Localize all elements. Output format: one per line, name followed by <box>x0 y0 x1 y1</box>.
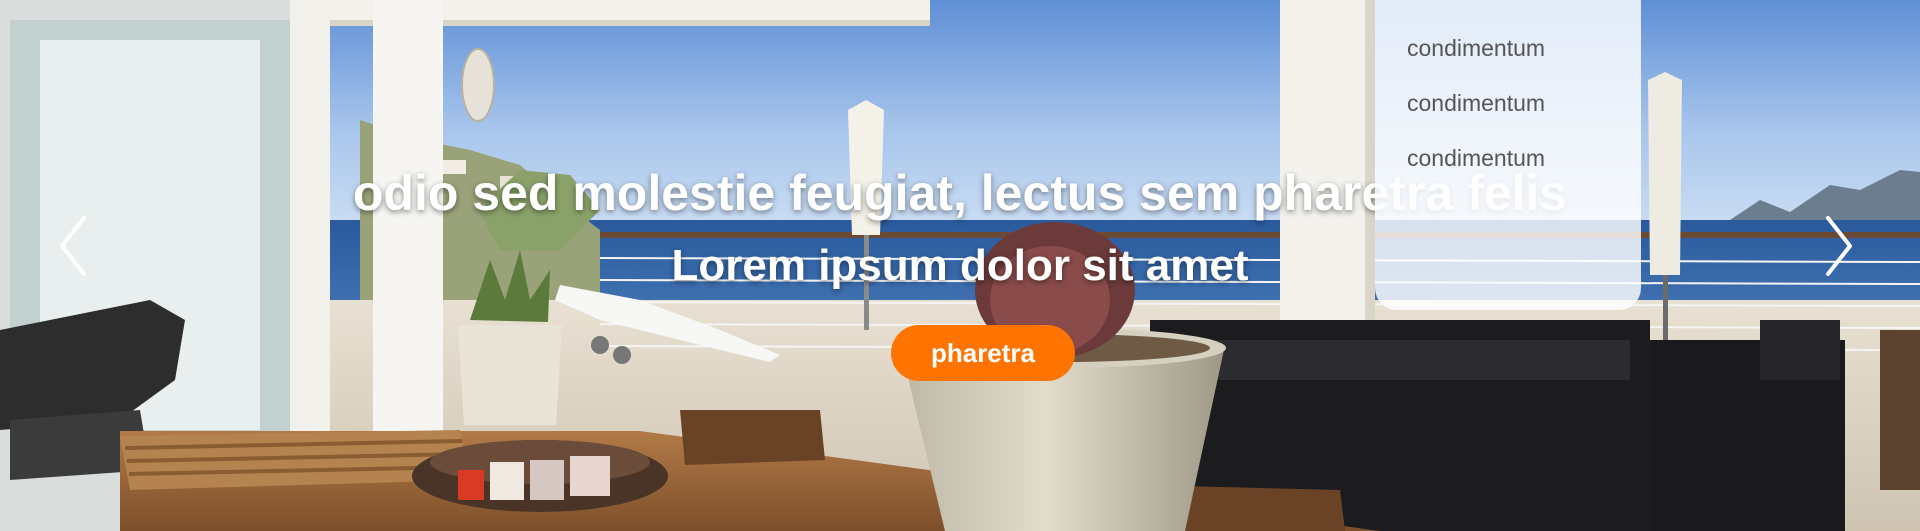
cta-button[interactable]: pharetra <box>891 325 1075 381</box>
dropdown-item[interactable]: condimentum <box>1375 144 1641 199</box>
hero-slider: odio sed molestie feugiat, lectus sem ph… <box>0 0 1920 531</box>
dropdown-item[interactable]: condimentum <box>1375 89 1641 144</box>
dropdown-item[interactable]: condimentum <box>1375 34 1641 89</box>
dropdown-menu: condimentum condimentum condimentum <box>1375 0 1641 310</box>
